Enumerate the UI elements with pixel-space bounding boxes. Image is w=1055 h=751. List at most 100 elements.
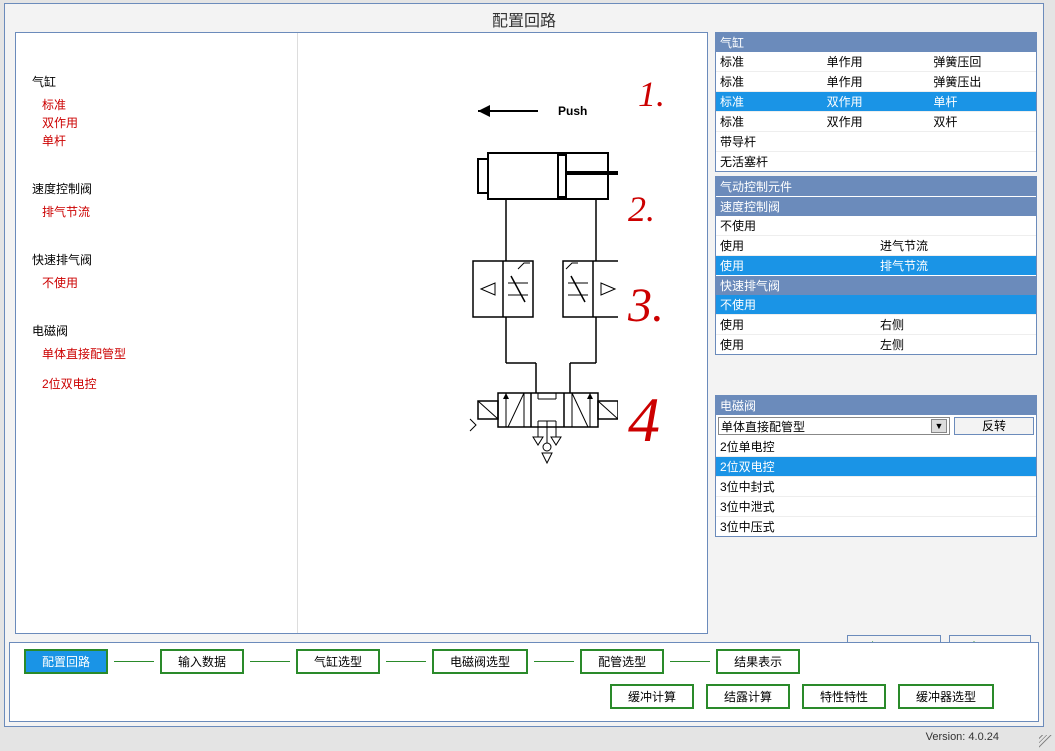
cylinder-option-cell: 无活塞杆 [716,152,823,171]
solenoid-option-cell: 3位中泄式 [716,497,1036,516]
quick-option-cell: 右侧 [876,315,1036,334]
solenoid-option-row[interactable]: 2位单电控 [716,437,1036,457]
cylinder-option-row[interactable]: 标准单作用弹簧压回 [716,52,1036,72]
cylinder-option-cell [929,132,1036,151]
solenoid-box-header: 电磁阀 [716,396,1036,415]
cylinder-option-cell: 带导杆 [716,132,823,151]
push-label: Push [558,104,587,118]
flow-connector [114,661,154,662]
pneumatic-box-header: 气动控制元件 [716,177,1036,196]
summary-quick: 快速排气阀 不使用 [32,251,297,292]
cylinder-option-cell: 标准 [716,72,823,91]
annotation-4: 4 [628,383,660,457]
main-area: 气缸 标准 双作用 单杆 速度控制阀 排气节流 快速排气阀 不使用 电磁阀 单体… [15,32,708,634]
summary-cylinder-v1: 标准 [42,96,297,114]
solenoid-option-row[interactable]: 2位双电控 [716,457,1036,477]
flow-step[interactable]: 配置回路 [24,649,108,674]
flow-substep[interactable]: 缓冲器选型 [898,684,994,709]
summary-quick-title: 快速排气阀 [32,251,297,268]
resize-grip-icon[interactable] [1039,735,1053,749]
solenoid-option-cell: 3位中压式 [716,517,1036,536]
quick-option-row[interactable]: 使用左侧 [716,335,1036,354]
cylinder-option-row[interactable]: 无活塞杆 [716,152,1036,171]
quick-option-cell [876,295,1036,314]
quick-option-row[interactable]: 不使用 [716,295,1036,315]
quick-option-cell: 左侧 [876,335,1036,354]
annotation-1: 1. [638,73,665,115]
solenoid-dropdown-row: 单体直接配管型 ▼ 反转 [716,415,1036,437]
cylinder-option-cell: 单作用 [823,72,930,91]
quick-option-cell: 使用 [716,335,876,354]
flow-step[interactable]: 电磁阀选型 [432,649,528,674]
solenoid-option-cell: 2位单电控 [716,437,1036,456]
summary-speed-v1: 排气节流 [42,203,297,221]
summary-solenoid-title: 电磁阀 [32,322,297,339]
flow-connector [386,661,426,662]
cylinder-option-cell: 弹簧压回 [929,52,1036,71]
annotation-2: 2. [628,188,655,230]
summary-quick-v1: 不使用 [42,274,297,292]
status-bar: Version: 4.0.24 [0,729,1055,751]
summary-cylinder-v2: 双作用 [42,114,297,132]
flow-row-2: 缓冲计算结露计算特性特性缓冲器选型 [24,684,994,709]
flow-substep[interactable]: 结露计算 [706,684,790,709]
cylinder-option-cell: 双杆 [929,112,1036,131]
cylinder-box-header: 气缸 [716,33,1036,52]
cylinder-option-cell: 单杆 [929,92,1036,111]
flow-bar: 配置回路 输入数据 气缸选型 电磁阀选型 配管选型 结果表示 缓冲计算结露计算特性特性缓冲… [9,642,1039,722]
main-window: 配置回路 气缸 标准 双作用 单杆 速度控制阀 排气节流 快速排气阀 不使用 电… [4,3,1044,727]
quick-option-row[interactable]: 使用右侧 [716,315,1036,335]
cylinder-box: 气缸 标准单作用弹簧压回标准单作用弹簧压出标准双作用单杆标准双作用双杆带导杆无活… [715,32,1037,172]
cylinder-option-cell: 双作用 [823,92,930,111]
flow-substep[interactable]: 缓冲计算 [610,684,694,709]
summary-solenoid-v1: 单体直接配管型 [42,345,297,363]
speed-option-cell [876,216,1036,235]
solenoid-box: 电磁阀 单体直接配管型 ▼ 反转 2位单电控2位双电控3位中封式3位中泄式3位中… [715,395,1037,537]
solenoid-option-cell: 2位双电控 [716,457,1036,476]
speed-option-cell: 不使用 [716,216,876,235]
speed-option-row[interactable]: 不使用 [716,216,1036,236]
cylinder-option-cell [929,152,1036,171]
flow-step[interactable]: 结果表示 [716,649,800,674]
circuit-diagram: Push [378,83,618,483]
annotation-3: 3. [628,278,664,333]
summary-cylinder-title: 气缸 [32,73,297,90]
flow-step[interactable]: 输入数据 [160,649,244,674]
solenoid-option-row[interactable]: 3位中泄式 [716,497,1036,517]
cylinder-option-row[interactable]: 标准双作用单杆 [716,92,1036,112]
cylinder-option-row[interactable]: 标准单作用弹簧压出 [716,72,1036,92]
speed-option-row[interactable]: 使用排气节流 [716,256,1036,275]
cylinder-option-cell: 标准 [716,112,823,131]
cylinder-option-row[interactable]: 标准双作用双杆 [716,112,1036,132]
solenoid-option-row[interactable]: 3位中封式 [716,477,1036,497]
flow-connector [534,661,574,662]
invert-button[interactable]: 反转 [954,417,1034,435]
flow-connector [250,661,290,662]
summary-solenoid-v2: 2位双电控 [42,375,297,393]
speed-option-cell: 使用 [716,236,876,255]
flow-step[interactable]: 配管选型 [580,649,664,674]
cylinder-option-row[interactable]: 带导杆 [716,132,1036,152]
solenoid-type-dropdown[interactable]: 单体直接配管型 ▼ [718,417,950,435]
cylinder-option-cell: 单作用 [823,52,930,71]
flow-connector [670,661,710,662]
speed-option-cell: 排气节流 [876,256,1036,275]
cylinder-option-cell: 标准 [716,92,823,111]
cylinder-option-cell: 标准 [716,52,823,71]
quick-option-cell: 不使用 [716,295,876,314]
options-panel: 气缸 标准单作用弹簧压回标准单作用弹簧压出标准双作用单杆标准双作用双杆带导杆无活… [715,32,1037,541]
flow-substep[interactable]: 特性特性 [802,684,886,709]
summary-speed-title: 速度控制阀 [32,180,297,197]
chevron-down-icon: ▼ [931,419,947,433]
cylinder-option-cell: 双作用 [823,112,930,131]
speed-option-row[interactable]: 使用进气节流 [716,236,1036,256]
summary-panel: 气缸 标准 双作用 单杆 速度控制阀 排气节流 快速排气阀 不使用 电磁阀 单体… [16,33,298,633]
version-text: Version: 4.0.24 [926,731,999,743]
solenoid-option-row[interactable]: 3位中压式 [716,517,1036,536]
speed-subheader: 速度控制阀 [716,196,1036,216]
speed-option-cell: 进气节流 [876,236,1036,255]
quick-option-cell: 使用 [716,315,876,334]
flow-step[interactable]: 气缸选型 [296,649,380,674]
summary-speed: 速度控制阀 排气节流 [32,180,297,221]
summary-cylinder: 气缸 标准 双作用 单杆 [32,73,297,150]
